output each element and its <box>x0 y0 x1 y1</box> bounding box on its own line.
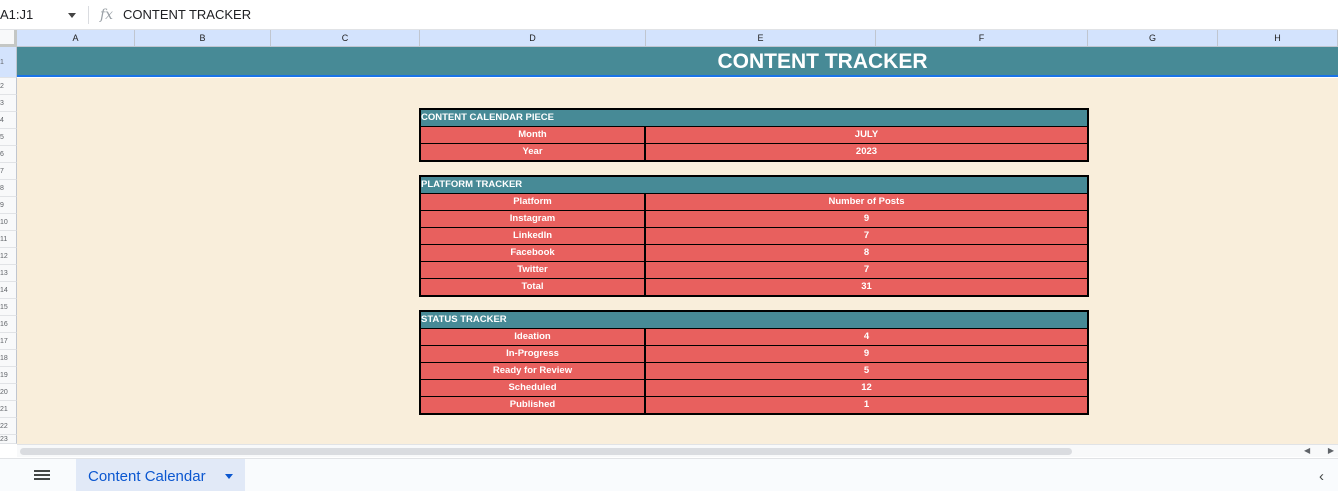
row-header[interactable]: 14 <box>0 282 17 299</box>
status-count[interactable]: 4 <box>646 329 1087 345</box>
function-icon: fx <box>100 7 114 23</box>
table-row: Platform Number of Posts <box>421 193 1087 210</box>
column-header-d[interactable]: D <box>420 30 646 47</box>
select-all-corner[interactable] <box>0 30 17 47</box>
chevron-down-icon[interactable] <box>68 13 76 18</box>
year-value[interactable]: 2023 <box>646 144 1087 160</box>
table-row: Ideation 4 <box>421 328 1087 345</box>
formula-input[interactable]: CONTENT TRACKER <box>123 6 251 24</box>
formula-bar-divider <box>88 6 89 24</box>
table-row: Twitter 7 <box>421 261 1087 278</box>
status-label[interactable]: Ready for Review <box>421 363 646 379</box>
platform-table: PLATFORM TRACKER Platform Number of Post… <box>419 175 1089 297</box>
month-value[interactable]: JULY <box>646 127 1087 143</box>
row-header[interactable]: 21 <box>0 401 17 418</box>
total-label[interactable]: Total <box>421 279 646 295</box>
row-header[interactable]: 10 <box>0 214 17 231</box>
row-header[interactable]: 17 <box>0 333 17 350</box>
posts-col-header[interactable]: Number of Posts <box>646 194 1087 210</box>
row-header[interactable]: 13 <box>0 265 17 282</box>
column-header-c[interactable]: C <box>271 30 420 47</box>
row-header[interactable]: 7 <box>0 163 17 180</box>
platform-col-header[interactable]: Platform <box>421 194 646 210</box>
scroll-left-icon[interactable]: ◀ <box>1304 446 1310 457</box>
table-row: Year 2023 <box>421 143 1087 160</box>
column-header-f[interactable]: F <box>876 30 1088 47</box>
status-count[interactable]: 12 <box>646 380 1087 396</box>
platform-label[interactable]: Facebook <box>421 245 646 261</box>
scroll-arrows: ◀ ▶ <box>1304 446 1334 457</box>
status-label[interactable]: Ideation <box>421 329 646 345</box>
platform-count[interactable]: 8 <box>646 245 1087 261</box>
table-row: Published 1 <box>421 396 1087 413</box>
table-row: LinkedIn 7 <box>421 227 1087 244</box>
row-header[interactable]: 11 <box>0 231 17 248</box>
platform-label[interactable]: Instagram <box>421 211 646 227</box>
status-label[interactable]: In-Progress <box>421 346 646 362</box>
name-box[interactable]: A1:J1 <box>0 5 82 25</box>
horizontal-scrollbar[interactable]: ◀ ▶ <box>17 444 1338 457</box>
page-title: CONTENT TRACKER <box>717 50 928 73</box>
column-header-h[interactable]: H <box>1218 30 1338 47</box>
row-header[interactable]: 9 <box>0 197 17 214</box>
year-label[interactable]: Year <box>421 144 646 160</box>
platform-count[interactable]: 7 <box>646 228 1087 244</box>
table-row: Month JULY <box>421 126 1087 143</box>
table-row: Instagram 9 <box>421 210 1087 227</box>
platform-label[interactable]: Twitter <box>421 262 646 278</box>
table-row: Total 31 <box>421 278 1087 295</box>
row-header[interactable]: 18 <box>0 350 17 367</box>
column-header-g[interactable]: G <box>1088 30 1218 47</box>
row-header[interactable]: 6 <box>0 146 17 163</box>
status-label[interactable]: Published <box>421 397 646 413</box>
month-label[interactable]: Month <box>421 127 646 143</box>
status-count[interactable]: 5 <box>646 363 1087 379</box>
sheet-tab-bar: Content Calendar ‹ <box>0 458 1338 491</box>
column-header-e[interactable]: E <box>646 30 876 47</box>
status-table: STATUS TRACKER Ideation 4 In-Progress 9 … <box>419 310 1089 415</box>
calendar-table: CONTENT CALENDAR PIECE Month JULY Year 2… <box>419 108 1089 162</box>
table-row: Scheduled 12 <box>421 379 1087 396</box>
row-header[interactable]: 16 <box>0 316 17 333</box>
row-header[interactable]: 1 <box>0 47 17 78</box>
scrollbar-thumb[interactable] <box>20 448 1072 455</box>
row-header[interactable]: 23 <box>0 435 17 444</box>
row-header[interactable]: 20 <box>0 384 17 401</box>
column-header-b[interactable]: B <box>135 30 271 47</box>
status-table-header[interactable]: STATUS TRACKER <box>421 312 1087 328</box>
all-sheets-menu-icon[interactable] <box>34 468 54 484</box>
row-header[interactable]: 4 <box>0 112 17 129</box>
scroll-right-icon[interactable]: ▶ <box>1328 446 1334 457</box>
row-header[interactable]: 8 <box>0 180 17 197</box>
row-header[interactable]: 12 <box>0 248 17 265</box>
row-header[interactable]: 5 <box>0 129 17 146</box>
formula-bar: A1:J1 fx CONTENT TRACKER <box>0 0 1338 30</box>
sheet-tab-content-calendar[interactable]: Content Calendar <box>76 459 245 491</box>
name-box-value: A1:J1 <box>0 7 34 22</box>
platform-label[interactable]: LinkedIn <box>421 228 646 244</box>
chevron-down-icon[interactable] <box>225 474 233 479</box>
calendar-table-header[interactable]: CONTENT CALENDAR PIECE <box>421 110 1087 126</box>
table-row: In-Progress 9 <box>421 345 1087 362</box>
table-row: Facebook 8 <box>421 244 1087 261</box>
sheet-tab-label: Content Calendar <box>88 468 206 485</box>
title-banner[interactable]: CONTENT TRACKER <box>17 47 1338 77</box>
platform-table-header[interactable]: PLATFORM TRACKER <box>421 177 1087 193</box>
platform-count[interactable]: 7 <box>646 262 1087 278</box>
table-row: Ready for Review 5 <box>421 362 1087 379</box>
platform-count[interactable]: 9 <box>646 211 1087 227</box>
chevron-left-icon[interactable]: ‹ <box>1319 468 1324 485</box>
row-header[interactable]: 22 <box>0 418 17 435</box>
column-header-a[interactable]: A <box>17 30 135 47</box>
row-header[interactable]: 2 <box>0 78 17 95</box>
status-count[interactable]: 1 <box>646 397 1087 413</box>
row-header[interactable]: 3 <box>0 95 17 112</box>
total-value[interactable]: 31 <box>646 279 1087 295</box>
spreadsheet-app: A1:J1 fx CONTENT TRACKER A B C D E F G H… <box>0 0 1338 491</box>
row-header[interactable]: 19 <box>0 367 17 384</box>
status-label[interactable]: Scheduled <box>421 380 646 396</box>
row-header[interactable]: 15 <box>0 299 17 316</box>
status-count[interactable]: 9 <box>646 346 1087 362</box>
